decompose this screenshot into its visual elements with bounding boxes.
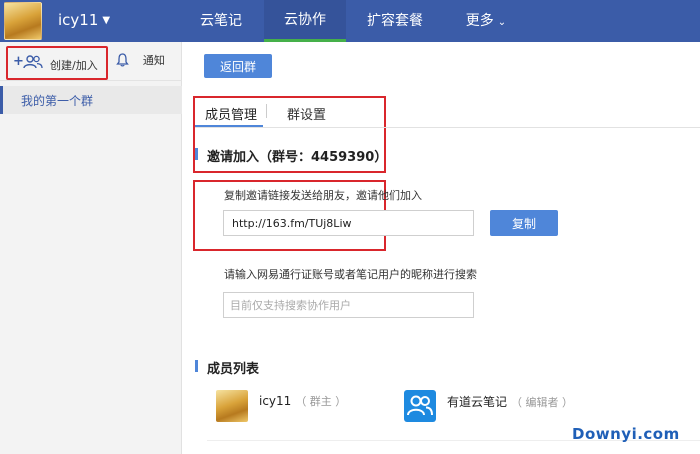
member-avatar [404,390,436,422]
search-hint: 请输入网易通行证账号或者笔记用户的昵称进行搜索 [224,268,477,281]
top-navigation-bar: icy11 ▼ 云笔记 云协作 扩容套餐 更多 ⌄ [0,0,700,42]
notification-button[interactable]: 通知 [116,52,165,68]
bell-icon [116,53,129,67]
chevron-down-icon: ▼ [102,15,111,26]
nav-storage-plans[interactable]: 扩容套餐 [355,0,435,42]
member-name: icy11 [259,394,292,408]
watermark: Downyi.com [572,425,680,443]
create-join-button[interactable]: + 创建/加入 [6,46,108,80]
copy-link-hint: 复制邀请链接发送给朋友，邀请他们加入 [224,189,422,202]
tab-member-management[interactable]: 成员管理 [205,104,257,123]
back-to-group-button[interactable]: 返回群 [204,54,272,78]
group-icon [407,395,433,416]
nav-cloud-notes[interactable]: 云笔记 [186,0,256,42]
group-icon [23,55,43,69]
username-label: icy11 [58,11,99,29]
user-avatar[interactable] [4,2,42,40]
nav-cloud-collab[interactable]: 云协作 [264,0,346,42]
create-join-label: 创建/加入 [50,59,98,72]
tab-group-settings[interactable]: 群设置 [287,104,326,123]
nav-more-label: 更多 [465,13,494,29]
chevron-down-icon: ⌄ [497,17,507,28]
section-marker [195,148,198,160]
tabs-divider [195,127,700,128]
members-list-title: 成员列表 [207,362,260,377]
section-marker [195,360,198,372]
member-role: （ 编辑者 ） [511,396,574,409]
username-menu[interactable]: icy11 ▼ [58,11,110,29]
invite-title: 邀请加入（群号：4459390） [207,150,388,165]
member-role: （ 群主 ） [295,395,347,408]
search-user-input[interactable] [223,292,474,318]
member-avatar [216,390,248,422]
invite-link-field[interactable] [223,210,474,236]
sidebar-actions: + 创建/加入 通知 [0,42,182,81]
copy-button[interactable]: 复制 [490,210,558,236]
tab-divider [266,104,267,118]
group-name-label: 我的第一个群 [21,94,94,108]
sidebar-item-first-group[interactable]: 我的第一个群 [0,86,182,114]
sidebar: + 创建/加入 通知 我的第一个群 [0,42,182,454]
member-name: 有道云笔记 [447,395,508,409]
notification-label: 通知 [142,54,165,67]
nav-more[interactable]: 更多 ⌄ [454,0,518,42]
